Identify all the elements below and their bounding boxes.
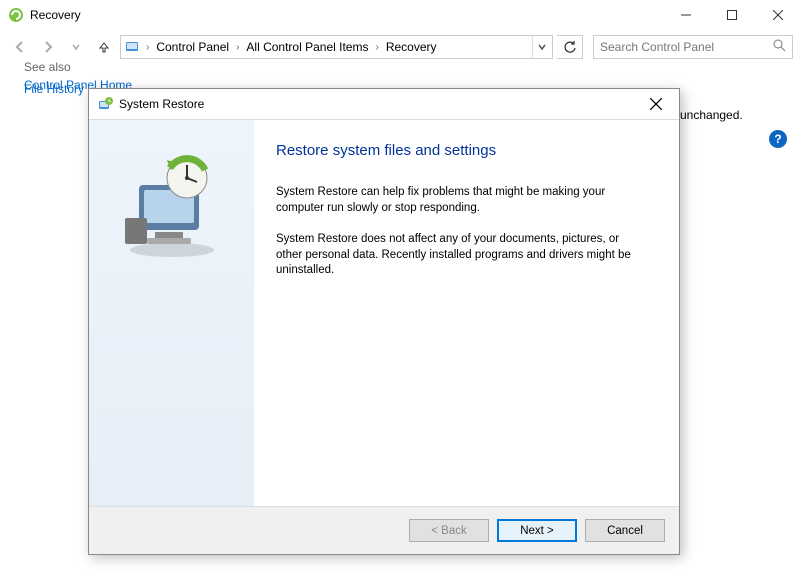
address-bar[interactable]: › Control Panel › All Control Panel Item… [120, 35, 553, 59]
dialog-main: Restore system files and settings System… [254, 120, 679, 506]
dialog-paragraph: System Restore does not affect any of yo… [276, 232, 636, 279]
system-restore-graphic-icon [117, 150, 227, 263]
refresh-button[interactable] [557, 35, 583, 59]
window-titlebar: Recovery [0, 0, 801, 30]
system-restore-dialog: System Restore [88, 88, 680, 555]
dialog-titlebar[interactable]: System Restore [89, 89, 679, 119]
recovery-app-icon [8, 7, 24, 23]
chevron-right-icon: › [375, 42, 378, 53]
breadcrumb-item[interactable]: Recovery [384, 40, 439, 54]
address-dropdown-icon[interactable] [532, 36, 550, 58]
back-button: < Back [409, 519, 489, 542]
nav-recent-dropdown[interactable] [64, 35, 88, 59]
next-button[interactable]: Next > [497, 519, 577, 542]
window-controls [663, 0, 801, 30]
nav-up-button[interactable] [92, 35, 116, 59]
dialog-close-button[interactable] [641, 89, 671, 119]
control-panel-icon [123, 38, 141, 56]
dialog-footer: < Back Next > Cancel [89, 506, 679, 554]
explorer-toolbar: › Control Panel › All Control Panel Item… [0, 30, 801, 64]
minimize-button[interactable] [663, 0, 709, 30]
file-history-link[interactable]: File History [24, 82, 84, 96]
dialog-heading: Restore system files and settings [276, 142, 651, 159]
dialog-title: System Restore [119, 97, 641, 111]
dialog-body: Restore system files and settings System… [89, 119, 679, 506]
maximize-button[interactable] [709, 0, 755, 30]
dialog-sidebar [89, 120, 254, 506]
search-input[interactable]: Search Control Panel [593, 35, 793, 59]
chevron-right-icon: › [146, 42, 149, 53]
dialog-paragraph: System Restore can help fix problems tha… [276, 185, 636, 216]
system-restore-icon [97, 96, 113, 112]
chevron-right-icon: › [236, 42, 239, 53]
see-also-label: See also [24, 60, 71, 74]
window-title: Recovery [30, 8, 663, 22]
help-icon[interactable]: ? [769, 130, 787, 148]
breadcrumb-item[interactable]: All Control Panel Items [244, 40, 370, 54]
close-button[interactable] [755, 0, 801, 30]
search-icon [773, 39, 786, 55]
breadcrumb-item[interactable]: Control Panel [154, 40, 231, 54]
cancel-button[interactable]: Cancel [585, 519, 665, 542]
search-placeholder: Search Control Panel [600, 40, 714, 54]
nav-forward-button[interactable] [36, 35, 60, 59]
nav-back-button[interactable] [8, 35, 32, 59]
